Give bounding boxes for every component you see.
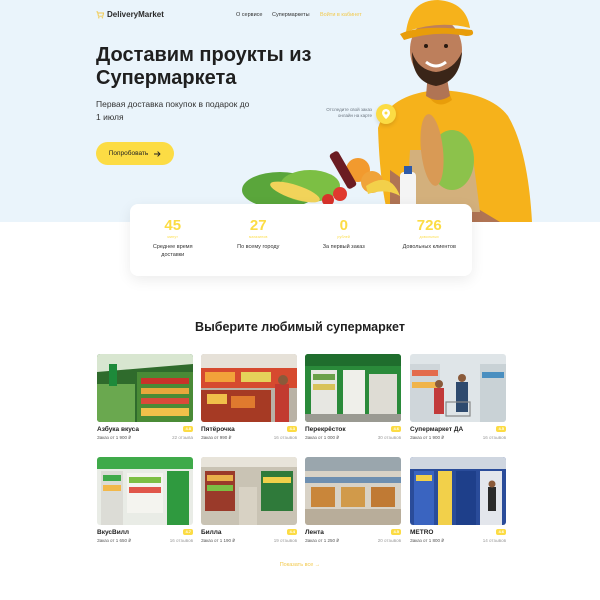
store-name: Билла — [201, 529, 222, 536]
rating-badge: 4.4 — [287, 529, 297, 535]
logo-text: DeliveryMarket — [107, 10, 164, 19]
reviews-count: 14 отзывов — [482, 538, 506, 543]
store-photo — [201, 354, 297, 422]
min-order: Заказ от 1 190 ₽ — [201, 538, 236, 543]
location-pin-icon — [382, 109, 390, 119]
stat-unit: магазинов — [248, 235, 268, 239]
store-card-supermarket-da[interactable]: Супермаркет ДА 4.5 Заказ от 1 900 ₽ 16 о… — [410, 354, 506, 446]
show-all-link[interactable]: Показать все → — [0, 562, 600, 568]
stat-value: 0 — [339, 217, 348, 234]
min-order: Заказ от 1 650 ₽ — [97, 538, 132, 543]
stat-value: 45 — [164, 217, 182, 234]
stat-label: Среднее время доставки — [152, 244, 193, 258]
store-card-metro[interactable]: METRO 4.6 Заказ от 1 800 ₽ 14 отзывов — [410, 457, 506, 549]
store-photo — [201, 457, 297, 525]
reviews-count: 16 отзывов — [273, 435, 297, 440]
hero-subtitle: Первая доставка покупок в подарок до 1 и… — [96, 99, 250, 122]
reviews-count: 30 отзывов — [377, 435, 401, 440]
min-order: Заказ от 1 250 ₽ — [305, 538, 340, 543]
store-name: Пятёрочка — [201, 426, 235, 433]
store-name: METRO — [410, 529, 434, 536]
store-name: ВкусВилл — [97, 529, 129, 536]
top-nav: DeliveryMarket О сервисе Супермаркеты Во… — [96, 10, 540, 22]
stat-value: 27 — [249, 217, 267, 234]
min-order: Заказ от 990 ₽ — [201, 435, 232, 440]
min-order: Заказ от 1 900 ₽ — [97, 435, 132, 440]
nav-link-login[interactable]: Войти в кабинет — [320, 12, 362, 18]
hero-section: DeliveryMarket О сервисе Супермаркеты Во… — [0, 0, 600, 222]
stats-card: 45 минут Среднее время доставки 27 магаз… — [130, 204, 472, 276]
stat-value: 726 — [416, 217, 442, 234]
store-card-perekrestok[interactable]: Перекрёсток 4.6 Заказ от 1 000 ₽ 30 отзы… — [305, 354, 401, 446]
rating-badge: 4.8 — [183, 426, 193, 432]
store-photo — [97, 354, 193, 422]
arrow-right-icon — [154, 150, 161, 157]
stat-first-order: 0 рублей За первый заказ — [301, 204, 387, 276]
stat-delivery-time: 45 минут Среднее время доставки — [130, 204, 216, 276]
store-card-vkusvill[interactable]: ВкусВилл 4.7 Заказ от 1 650 ₽ 16 отзывов — [97, 457, 193, 549]
stat-unit: довольных — [419, 235, 440, 239]
nav-link-supermarkets[interactable]: Супермаркеты — [272, 12, 310, 18]
reviews-count: 22 отзыва — [172, 435, 193, 440]
store-photo — [305, 354, 401, 422]
stat-stores: 27 магазинов По всему городу — [216, 204, 302, 276]
hero-title: Доставим проукты из Супермаркета — [96, 44, 312, 89]
map-pin-button[interactable] — [376, 104, 396, 124]
reviews-count: 16 отзывов — [169, 538, 193, 543]
stat-label: По всему городу — [237, 244, 280, 250]
min-order: Заказ от 1 900 ₽ — [410, 435, 445, 440]
stat-label: Довольных клиентов — [402, 244, 456, 250]
section-title: Выберите любимый супермаркет — [195, 320, 405, 334]
rating-badge: 4.5 — [496, 426, 506, 432]
try-button-label: Попробовать — [108, 150, 149, 157]
rating-badge: 4.6 — [496, 529, 506, 535]
reviews-count: 16 отзывов — [482, 435, 506, 440]
rating-badge: 4.6 — [391, 426, 401, 432]
rating-badge: 4.3 — [287, 426, 297, 432]
store-photo — [410, 354, 506, 422]
store-photo — [410, 457, 506, 525]
rating-badge: 4.5 — [391, 529, 401, 535]
store-name: Супермаркет ДА — [410, 426, 464, 433]
reviews-count: 20 отзывов — [377, 538, 401, 543]
store-name: Лента — [305, 529, 324, 536]
cart-icon — [96, 10, 104, 19]
stat-unit: рублей — [337, 235, 351, 239]
reviews-count: 19 отзывов — [273, 538, 297, 543]
nav-link-about[interactable]: О сервисе — [236, 12, 262, 18]
min-order: Заказ от 1 000 ₽ — [305, 435, 340, 440]
store-name: Перекрёсток — [305, 426, 346, 433]
stat-label: За первый заказ — [322, 244, 365, 250]
try-button[interactable]: Попробовать — [96, 142, 174, 165]
stat-unit: минут — [167, 235, 179, 239]
store-card-pyaterochka[interactable]: Пятёрочка 4.3 Заказ от 990 ₽ 16 отзывов — [201, 354, 297, 446]
logo[interactable]: DeliveryMarket — [96, 10, 164, 19]
store-name: Азбука вкуса — [97, 426, 139, 433]
store-photo — [97, 457, 193, 525]
track-order-text: Отследите свой заказ онлайн на карте — [326, 107, 372, 118]
rating-badge: 4.7 — [183, 529, 193, 535]
store-photo — [305, 457, 401, 525]
min-order: Заказ от 1 800 ₽ — [410, 538, 445, 543]
store-card-billa[interactable]: Билла 4.4 Заказ от 1 190 ₽ 19 отзывов — [201, 457, 297, 549]
store-card-lenta[interactable]: Лента 4.5 Заказ от 1 250 ₽ 20 отзывов — [305, 457, 401, 549]
stat-clients: 726 довольных Довольных клиентов — [387, 204, 473, 276]
store-card-azbuka[interactable]: Азбука вкуса 4.8 Заказ от 1 900 ₽ 22 отз… — [97, 354, 193, 446]
